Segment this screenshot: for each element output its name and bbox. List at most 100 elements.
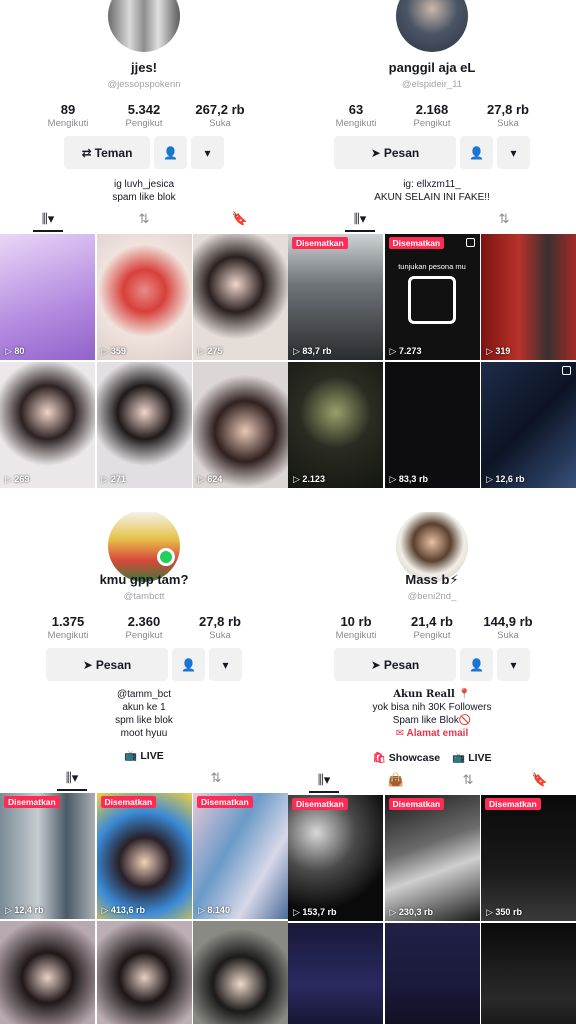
video-tile[interactable]: ▷ 319 [481, 234, 576, 360]
view-count: ▷ 271 [101, 473, 126, 484]
video-tile[interactable] [96, 920, 192, 1024]
send-icon: ➤ [370, 657, 381, 672]
view-count: ▷ 275 [198, 346, 223, 356]
video-tile[interactable] [0, 920, 95, 1024]
stat-followers[interactable]: 2.360 Pengikut [106, 614, 182, 641]
video-grid: Disematkan ▷ 153,7 rb Disematkan ▷ 230,3 r… [288, 795, 576, 1024]
stat-likes[interactable]: 267,2 rb Suka [182, 102, 258, 129]
caret-down-icon: ▾ [222, 657, 229, 672]
view-count: ▷ 80 [5, 346, 25, 356]
pinned-badge: Disematkan [4, 796, 60, 808]
tab-favorites[interactable]: 🔖 [192, 206, 288, 232]
tab-videos[interactable]: ⫼▾ [0, 765, 144, 791]
message-button[interactable]: ➤ Pesan [46, 648, 168, 681]
more-dropdown-button[interactable]: ▾ [497, 648, 530, 681]
send-icon: ➤ [82, 657, 93, 672]
send-icon: ➤ [370, 145, 381, 160]
stats-row: 63 Mengikuti 2.168 Pengikut 27,8 rb Suka [288, 102, 576, 129]
avatar[interactable] [396, 0, 468, 52]
stat-followers[interactable]: 5.342 Pengikut [106, 102, 182, 129]
showcase-link[interactable]: 🛍 Showcase [372, 751, 440, 764]
person-settings-icon: 👤 [163, 145, 178, 160]
profile-handle: @tambctt [123, 591, 165, 602]
tab-favorites[interactable]: 🔖 [504, 767, 576, 793]
live-link[interactable]: 📺 LIVE [124, 749, 163, 762]
tile-caption: tunjukan pesona mu [398, 262, 466, 271]
tab-videos[interactable]: ⫼▾ [0, 206, 96, 232]
stat-likes[interactable]: 144,9 rb Suka [470, 614, 546, 641]
video-grid: Disematkan ▷ 12,4 rb Disematkan ▷ 413,6 rb… [0, 793, 288, 1024]
view-count: ▷ 12,6 rb [486, 473, 525, 484]
video-tile[interactable] [384, 922, 480, 1024]
video-tile[interactable]: ▷ 271 [96, 361, 192, 488]
message-button[interactable]: ➤ Pesan [334, 648, 456, 681]
video-tile[interactable] [288, 922, 383, 1024]
video-tile[interactable]: Disematkan ▷ 153,7 rb [288, 795, 383, 921]
video-tile[interactable]: Disematkan ▷ 413,6 rb [96, 793, 192, 919]
profile-handle: @elspideir_11 [401, 79, 463, 90]
tab-videos[interactable]: ⫼▾ [288, 206, 432, 232]
bio: Akun Reall 📍 yok bisa nih 30K Followers … [288, 688, 576, 740]
video-tile[interactable]: ▷ 83,3 rb [384, 361, 480, 488]
stat-likes[interactable]: 27,8 rb Suka [182, 614, 258, 641]
person-settings-icon: 👤 [469, 657, 484, 672]
pinned-badge: Disematkan [292, 237, 348, 249]
avatar[interactable] [108, 0, 180, 52]
friend-button[interactable]: ⇄ Teman [64, 136, 150, 169]
video-tile[interactable] [193, 920, 288, 1024]
tab-reposts[interactable]: ⇅ [432, 206, 576, 232]
stat-likes[interactable]: 27,8 rb Suka [470, 102, 546, 129]
action-buttons: ➤ Pesan 👤 ▾ [0, 648, 288, 681]
add-friend-button[interactable]: 👤 [172, 648, 205, 681]
grid-icon: ⫼▾ [353, 211, 367, 226]
add-friend-button[interactable]: 👤 [460, 648, 493, 681]
video-tile[interactable] [481, 922, 576, 1024]
email-link[interactable]: ✉ Alamat email [288, 727, 576, 740]
action-buttons: ⇄ Teman 👤 ▾ [0, 136, 288, 169]
profile-panel-tam: kmu gpp tam? @tambctt 1.375 Mengikuti 2.3… [0, 512, 288, 1024]
profile-name: Mass b⚡ [405, 572, 459, 587]
stat-followers[interactable]: 21,4 rb Pengikut [394, 614, 470, 641]
video-tile[interactable]: ▷ 275 [193, 234, 288, 360]
grid-icon: ⫼▾ [41, 211, 55, 226]
more-dropdown-button[interactable]: ▾ [497, 136, 530, 169]
tab-reposts[interactable]: ⇅ [432, 767, 504, 793]
video-tile[interactable]: Disematkan ▷ 83,7 rb [288, 234, 383, 360]
video-tile[interactable]: Disematkan ▷ 350 rb [481, 795, 576, 921]
video-tile[interactable]: Disematkan tunjukan pesona mu ▷ 7.273 [384, 234, 480, 360]
stat-following[interactable]: 63 Mengikuti [318, 102, 394, 129]
stat-following[interactable]: 10 rb Mengikuti [318, 614, 394, 641]
stat-followers[interactable]: 2.168 Pengikut [394, 102, 470, 129]
tab-reposts[interactable]: ⇅ [96, 206, 192, 232]
view-count: ▷ 359 [101, 346, 126, 356]
video-tile[interactable]: Disematkan ▷ 230,3 rb [384, 795, 480, 921]
video-tile[interactable]: ▷ 359 [96, 234, 192, 360]
live-link[interactable]: 📺 LIVE [452, 751, 491, 764]
more-dropdown-button[interactable]: ▾ [191, 136, 224, 169]
more-dropdown-button[interactable]: ▾ [209, 648, 242, 681]
tab-reposts[interactable]: ⇅ [144, 765, 288, 791]
video-tile[interactable]: ▷ 12,6 rb [481, 361, 576, 488]
video-tile[interactable]: ▷ 624 [193, 361, 288, 488]
video-tile[interactable]: ▷ 2.123 [288, 361, 383, 488]
bio: ig luvh_jesica spam like blok [112, 179, 176, 203]
message-button[interactable]: ➤ Pesan [334, 136, 456, 169]
profile-panel-el: panggil aja eL @elspideir_11 63 Mengikuti… [288, 0, 576, 512]
bio: @tamm_bct akun ke 1 spm like blok moot h… [115, 689, 173, 739]
video-tile[interactable]: Disematkan ▷ 12,4 rb [0, 793, 95, 919]
add-friend-button[interactable]: 👤 [154, 136, 187, 169]
profile-extras: 📺 LIVE [0, 749, 288, 762]
stat-following[interactable]: 89 Mengikuti [30, 102, 106, 129]
video-tile[interactable]: ▷ 269 [0, 361, 95, 488]
view-count: ▷ 269 [5, 473, 30, 484]
view-count: ▷ 12,4 rb [5, 905, 44, 915]
tab-shop[interactable]: 👜 [360, 767, 432, 793]
tab-videos[interactable]: ⫼▾ [288, 767, 360, 793]
video-tile[interactable]: ▷ 80 [0, 234, 95, 360]
stat-following[interactable]: 1.375 Mengikuti [30, 614, 106, 641]
person-settings-icon: 👤 [181, 657, 196, 672]
video-tile[interactable]: Disematkan ▷ 8.140 [193, 793, 288, 919]
add-friend-button[interactable]: 👤 [460, 136, 493, 169]
profile-handle: @jessopspokenn [107, 79, 181, 90]
view-count: ▷ 319 [486, 346, 511, 356]
